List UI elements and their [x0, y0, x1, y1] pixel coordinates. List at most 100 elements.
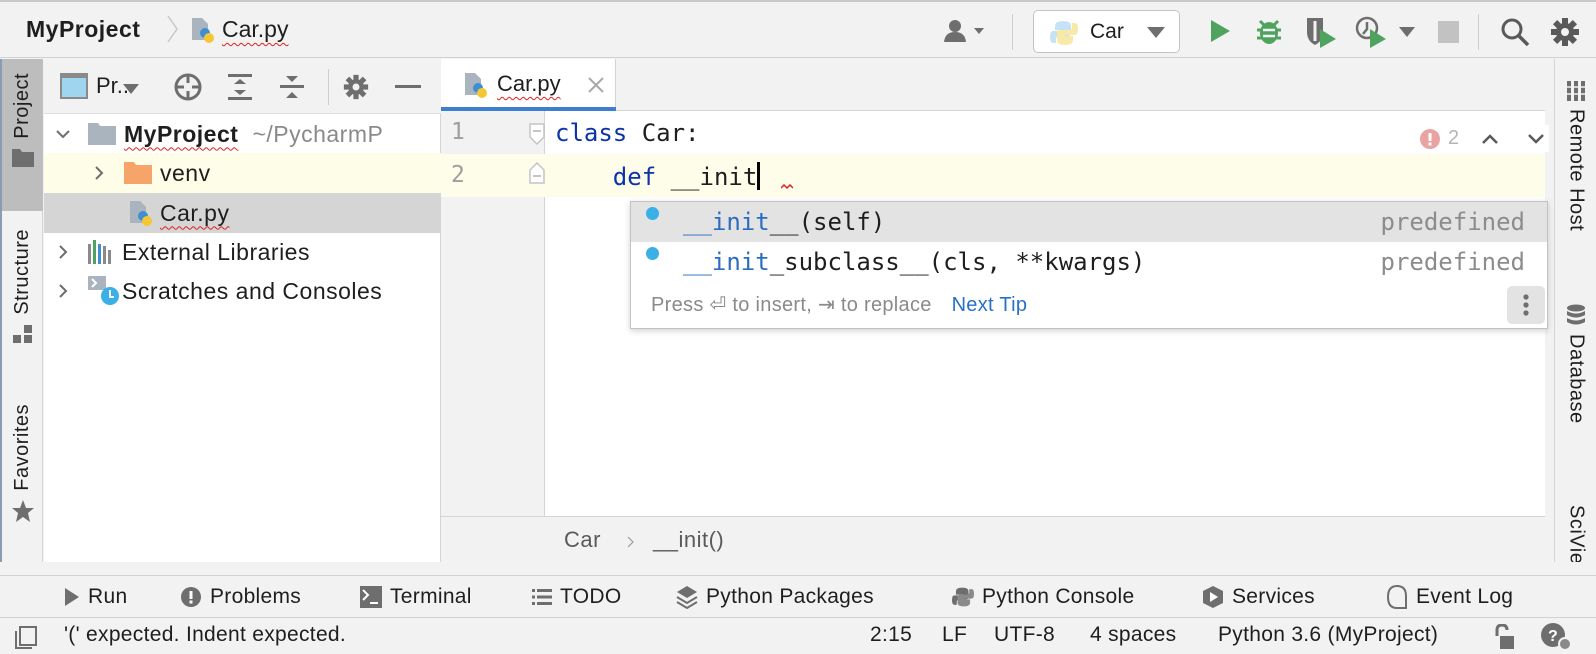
tool-tab-favorites[interactable]: Favorites	[2, 404, 43, 554]
toolbar-divider	[1012, 14, 1013, 50]
tool-tab-label: Project	[11, 73, 33, 139]
line-separator[interactable]: LF	[942, 623, 967, 647]
python-file-icon	[190, 16, 216, 49]
problems-icon	[181, 587, 201, 607]
next-tip-link[interactable]: Next Tip	[952, 294, 1028, 316]
locate-file-icon[interactable]	[172, 71, 204, 103]
tool-tab-structure[interactable]: Structure	[2, 229, 43, 379]
tree-item-path: ~/PycharmP	[252, 120, 384, 147]
tool-button-problems[interactable]: Problems	[180, 582, 301, 612]
unlock-icon[interactable]	[1494, 624, 1516, 650]
inspection-widget[interactable]: 2	[1416, 125, 1550, 152]
stop-icon[interactable]	[1438, 21, 1459, 43]
chevron-right-icon	[59, 245, 68, 259]
status-bar: '(' expected. Indent expected. 2:15 LF U…	[0, 617, 1596, 654]
breadcrumb-file[interactable]: Car.py	[222, 16, 288, 43]
python-interpreter[interactable]: Python 3.6 (MyProject)	[1218, 623, 1438, 647]
tool-button-todo[interactable]: TODO	[532, 582, 621, 612]
completion-item[interactable]: __init__(self) predefined	[631, 202, 1547, 242]
hide-panel-icon[interactable]	[392, 71, 424, 103]
fold-icon[interactable]	[529, 123, 545, 145]
profile-icon[interactable]	[1354, 15, 1388, 49]
file-encoding[interactable]: UTF-8	[994, 623, 1055, 647]
tree-item-car-py[interactable]: Car.py	[44, 193, 441, 233]
search-icon[interactable]	[1498, 15, 1532, 49]
tool-button-event-log[interactable]: Event Log	[1386, 582, 1513, 612]
tool-window-bar: Run Problems Terminal TODO Python Packag…	[0, 575, 1596, 617]
python-icon	[1050, 19, 1078, 52]
debug-icon[interactable]	[1254, 15, 1284, 47]
profile-options-chevron-icon[interactable]	[1399, 27, 1415, 38]
completion-hint-text: Press ⏎ to insert, ⇥ to replace	[651, 294, 932, 316]
collapse-all-icon[interactable]	[276, 71, 308, 103]
indent-setting[interactable]: 4 spaces	[1090, 623, 1176, 647]
tool-tab-sciview[interactable]: SciView	[1555, 497, 1596, 562]
folder-icon	[11, 148, 34, 167]
tree-item-venv[interactable]: venv	[44, 153, 441, 193]
tool-button-python-console[interactable]: Python Console	[952, 582, 1134, 612]
vcs-user-icon[interactable]	[942, 16, 992, 46]
right-tool-window-strip: Remote Host Database SciView	[1554, 59, 1596, 562]
breadcrumb-method[interactable]: __init()	[653, 527, 724, 553]
code-text: class Car:	[555, 119, 700, 147]
database-icon	[1567, 304, 1585, 325]
help-settings-icon[interactable]: ?	[1540, 622, 1574, 652]
breadcrumb-class[interactable]: Car	[564, 527, 601, 553]
view-selector[interactable]: Pr..	[60, 73, 140, 99]
settings-icon[interactable]	[1548, 15, 1582, 49]
tool-button-python-packages[interactable]: Python Packages	[676, 582, 874, 612]
chevron-right-icon	[95, 166, 104, 180]
run-icon	[65, 588, 79, 606]
tool-button-label: TODO	[560, 585, 622, 608]
todo-icon	[532, 589, 552, 605]
project-panel: Pr.. MyProject ~/PycharmP venv Car.py Ex…	[44, 59, 441, 562]
code-rest: Car:	[627, 119, 700, 147]
more-options-button[interactable]	[1507, 286, 1545, 324]
settings-icon[interactable]	[340, 71, 372, 103]
run-icon[interactable]	[1205, 16, 1235, 46]
tree-item-label: Scratches and Consoles	[122, 277, 383, 304]
tool-button-label: Run	[88, 585, 128, 608]
tool-tab-label: Favorites	[11, 404, 33, 491]
tree-item-scratches[interactable]: Scratches and Consoles	[44, 271, 441, 311]
tree-item-label: Car.py	[160, 199, 230, 226]
previous-problem-icon[interactable]	[1481, 133, 1499, 145]
tool-button-label: Services	[1232, 585, 1315, 608]
error-icon	[1420, 128, 1440, 149]
completion-rest: __(self)	[769, 208, 886, 236]
caret-position[interactable]: 2:15	[870, 623, 912, 647]
error-squiggle	[781, 184, 793, 190]
chevron-right-icon	[59, 284, 68, 298]
run-configuration-selector[interactable]: Car	[1033, 10, 1180, 53]
python-file-icon	[465, 73, 487, 98]
coverage-icon[interactable]	[1304, 15, 1338, 49]
keyword: class	[555, 119, 628, 147]
tool-tab-project[interactable]: Project	[2, 59, 43, 211]
tree-item-label: venv	[160, 159, 211, 186]
expand-all-icon[interactable]	[224, 71, 256, 103]
tool-button-label: Python Packages	[706, 585, 874, 608]
breadcrumb-separator-icon	[627, 536, 634, 548]
tree-item-myproject[interactable]: MyProject ~/PycharmP	[44, 114, 441, 154]
close-icon[interactable]	[588, 77, 604, 93]
completion-item[interactable]: __init_subclass__(cls, **kwargs) predefi…	[631, 242, 1547, 282]
server-icon	[1567, 81, 1585, 101]
tool-button-run[interactable]: Run	[64, 582, 127, 612]
status-message[interactable]: '(' expected. Indent expected.	[64, 623, 346, 647]
tool-button-services[interactable]: Services	[1202, 582, 1315, 612]
tool-tab-database[interactable]: Database	[1555, 304, 1596, 504]
fold-icon[interactable]	[529, 162, 545, 184]
completion-text: __init_subclass__(cls, **kwargs)	[683, 248, 1145, 276]
breadcrumb-project[interactable]: MyProject	[26, 16, 140, 43]
completion-type: predefined	[1380, 208, 1526, 236]
completion-hint: Press ⏎ to insert, ⇥ to replace Next Tip	[651, 292, 1027, 317]
next-problem-icon[interactable]	[1527, 133, 1545, 145]
tool-button-label: Python Console	[982, 585, 1135, 608]
toggle-tool-windows-icon[interactable]	[14, 626, 38, 650]
line-number: 2	[451, 162, 465, 188]
tree-item-external-libraries[interactable]: External Libraries	[44, 232, 441, 272]
tool-tab-remote-host[interactable]: Remote Host	[1555, 81, 1596, 281]
editor-tab-car-py[interactable]: Car.py	[441, 59, 616, 111]
tool-button-terminal[interactable]: Terminal	[360, 582, 472, 612]
tool-button-label: Problems	[210, 585, 302, 608]
